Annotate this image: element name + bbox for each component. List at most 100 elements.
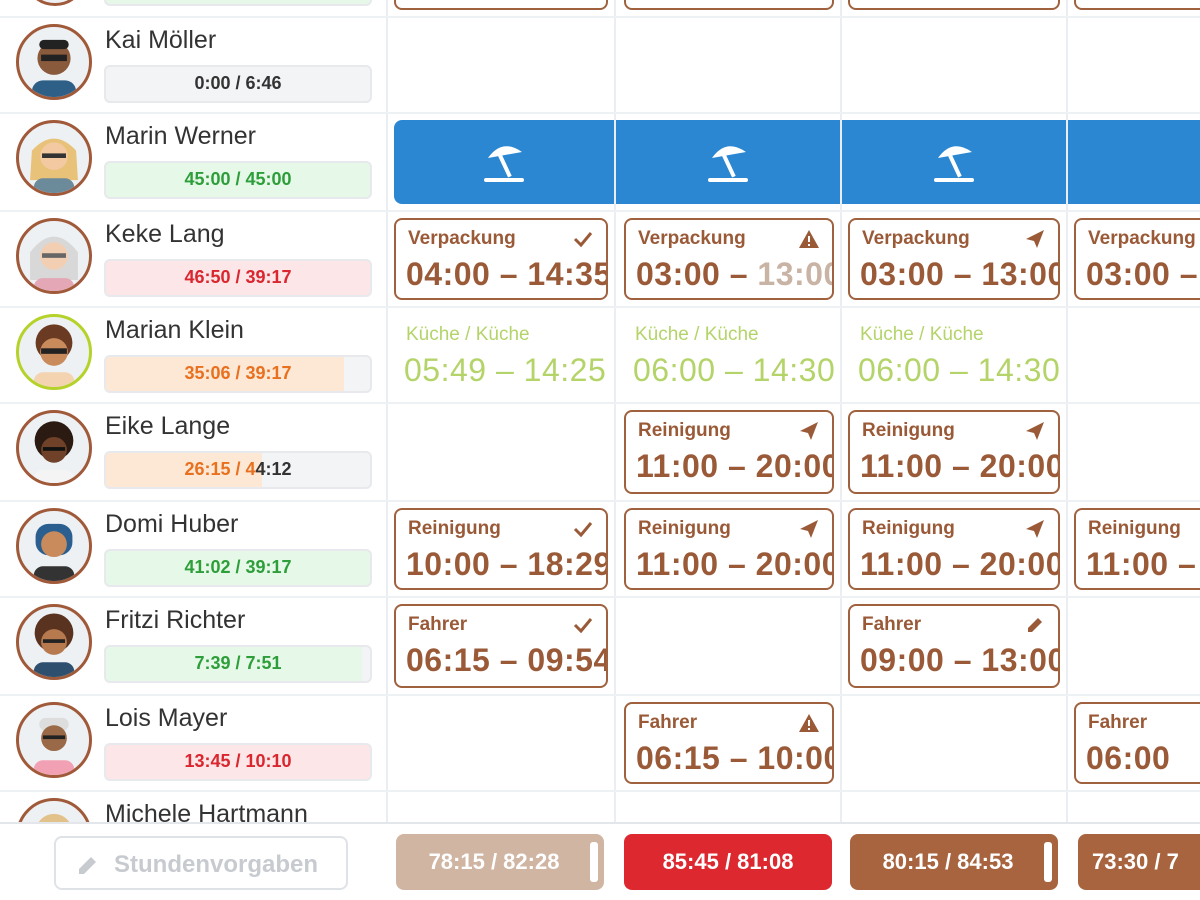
send-icon (1026, 230, 1044, 248)
hours-value: 0:00 / 6:46 (194, 73, 282, 93)
shift-role: Reinigung (638, 420, 731, 441)
hours-bar: 35:06 / 39:17 (104, 355, 372, 393)
shift-card[interactable]: Verpackung 03:00 – 1 (1074, 218, 1200, 300)
day-total-value: 73:30 / 7 (1092, 849, 1179, 874)
employee-name: Marin Werner (105, 122, 256, 150)
shift-card[interactable]: Fahrer 09:00 – 13:00 (848, 604, 1060, 688)
shift-card[interactable]: Verpackung 03:00 – 13:00 (848, 218, 1060, 300)
employee-name: Lois Mayer (105, 704, 228, 732)
hours-bar: 46:50 / 39:17 (104, 259, 372, 297)
hours-value: 45:00 / 45:00 (184, 169, 292, 189)
send-icon (1026, 422, 1044, 440)
hours-bar: 0:00 / 6:46 (104, 65, 372, 103)
employee-row[interactable]: Fritzi Richter 7:39 / 7:51 (0, 596, 386, 692)
beach-umbrella-icon (708, 146, 748, 182)
button-label: Stundenvorgaben (114, 851, 319, 878)
shift-role: Reinigung (1088, 518, 1181, 539)
employee-row[interactable]: Kai Möller 0:00 / 6:46 (0, 16, 386, 112)
warning-icon (799, 230, 819, 248)
shift-card[interactable]: Fahrer 06:15 – 09:54 (394, 604, 608, 688)
shift-card[interactable]: Reinigung 11:00 – 20:00 (624, 508, 834, 590)
shift-card[interactable]: Reinigung 11:00 – 20:00 (624, 410, 834, 494)
hours-bar: 41:02 / 39:17 (104, 549, 372, 587)
day-total[interactable]: 80:15 / 84:53 (850, 834, 1058, 890)
shift-card[interactable] (394, 0, 608, 10)
avatar (16, 604, 92, 680)
hours-bar: 26:15 / 44:12 (104, 451, 372, 489)
day-total[interactable]: 78:15 / 82:28 (396, 834, 604, 890)
shift-role: Verpackung (862, 228, 970, 249)
beach-umbrella-icon (934, 146, 974, 182)
shift-role: Küche / Küche (860, 324, 984, 345)
hours-value: 41:02 / 39:17 (184, 557, 292, 577)
shift-card[interactable] (624, 0, 834, 10)
day-total-value: 78:15 / 82:28 (428, 849, 560, 874)
hours-value: 35:06 / 39:17 (184, 363, 292, 383)
vacation-block[interactable] (1068, 120, 1200, 204)
shift-time: 11:00 – 20:00 (636, 546, 834, 582)
avatar (16, 410, 92, 486)
stundenvorgaben-button[interactable]: Stundenvorgaben (54, 836, 348, 890)
shift-role: Verpackung (408, 228, 516, 249)
shift-time: 06:15 – 10:00 (636, 740, 834, 776)
kitchen-shift[interactable]: Küche / Küche 06:00 – 14:30 (623, 316, 835, 398)
shift-card[interactable] (1074, 0, 1200, 10)
total-indicator (590, 842, 598, 882)
shift-time: 11:00 – 20:00 (636, 448, 834, 484)
send-icon (800, 520, 818, 538)
employee-row[interactable]: Marian Klein 35:06 / 39:17 (0, 306, 386, 402)
avatar (16, 218, 92, 294)
shift-time: 09:00 – 13:00 (860, 642, 1060, 678)
employee-row[interactable]: Keke Lang 46:50 / 39:17 (0, 210, 386, 306)
check-icon (573, 232, 593, 248)
vacation-block[interactable] (394, 120, 614, 204)
shift-card[interactable]: Reinigung 11:00 – 20:00 (848, 508, 1060, 590)
hours-value: 13:45 / 10:10 (184, 751, 292, 771)
shift-time: 10:00 – 18:29 (406, 546, 608, 582)
send-icon (800, 422, 818, 440)
pencil-icon (79, 857, 96, 874)
shift-role: Verpackung (638, 228, 746, 249)
day-total-value: 80:15 / 84:53 (882, 849, 1014, 874)
shift-role: Fahrer (1088, 712, 1148, 733)
avatar (16, 24, 92, 100)
shift-card[interactable]: Reinigung 11:00 – 20:00 (848, 410, 1060, 494)
shift-role: Fahrer (638, 712, 698, 733)
employee-row[interactable]: Marin Werner 45:00 / 45:00 (0, 112, 386, 208)
shift-card[interactable]: Verpackung 03:00 – 13:00 (624, 218, 834, 300)
hours-value: 7:39 / 7:51 (194, 653, 282, 673)
vacation-block[interactable] (616, 120, 840, 204)
shift-card[interactable]: Fahrer 06:00 (1074, 702, 1200, 784)
vacation-block[interactable] (842, 120, 1066, 204)
check-icon (573, 522, 593, 538)
employee-row[interactable]: Eike Lange 26:15 / 44:12 (0, 402, 386, 498)
shift-role: Verpackung (1088, 228, 1196, 249)
shift-card[interactable]: Reinigung 11:00 – 2 (1074, 508, 1200, 590)
employee-row[interactable]: Lois Mayer 13:45 / 10:10 (0, 694, 386, 790)
grid-line (386, 0, 388, 900)
day-total[interactable]: 73:30 / 7 (1078, 834, 1200, 890)
shift-role: Fahrer (862, 614, 922, 635)
shift-card[interactable] (848, 0, 1060, 10)
avatar (16, 120, 92, 196)
pencil-icon (1028, 618, 1042, 632)
avatar (16, 702, 92, 778)
shift-role: Reinigung (638, 518, 731, 539)
kitchen-shift[interactable]: Küche / Küche 05:49 – 14:25 (394, 316, 608, 398)
kitchen-shift[interactable]: Küche / Küche 06:00 – 14:30 (848, 316, 1060, 398)
shift-time: 05:49 – 14:25 (404, 352, 607, 388)
shift-card[interactable]: Verpackung 04:00 – 14:35 (394, 218, 608, 300)
shift-time: 06:00 – 14:30 (633, 352, 836, 388)
shift-time: 06:00 – 14:30 (858, 352, 1061, 388)
shift-time: 11:00 – 20:00 (860, 448, 1060, 484)
shift-time: 11:00 – 2 (1086, 546, 1197, 582)
shift-card[interactable]: Fahrer 06:15 – 10:00 (624, 702, 834, 784)
shift-role: Reinigung (862, 420, 955, 441)
shift-card[interactable]: Reinigung 10:00 – 18:29 (394, 508, 608, 590)
employee-row[interactable]: Domi Huber 41:02 / 39:17 (0, 500, 386, 596)
day-total[interactable]: 85:45 / 81:08 (624, 834, 832, 890)
shift-time: 04:00 – 14:35 (406, 256, 608, 292)
check-icon (573, 618, 593, 634)
employee-name: Keke Lang (105, 220, 225, 248)
shift-time: 06:00 (1086, 740, 1171, 776)
